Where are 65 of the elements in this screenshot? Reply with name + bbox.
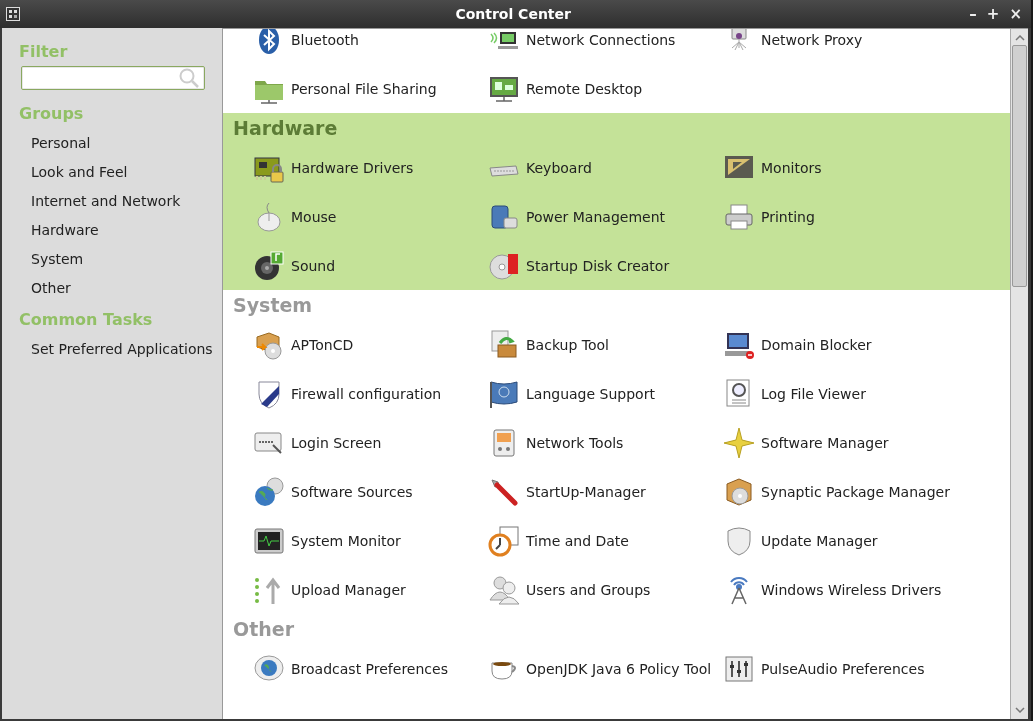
applet-launcher[interactable]: OpenJDK Java 6 Policy Tool: [526, 660, 712, 677]
sidebar-heading: Groups: [18, 104, 85, 125]
applet-launcher[interactable]: Language Support: [526, 385, 655, 402]
section-heading: Other: [233, 617, 296, 642]
maximize-button[interactable]: +: [983, 5, 1003, 23]
applet-launcher[interactable]: Keyboard: [526, 159, 592, 176]
applet-launcher[interactable]: Sound: [291, 257, 336, 274]
sidebar-item[interactable]: Other: [2, 273, 71, 302]
applet-launcher[interactable]: Network Proxy: [761, 31, 863, 48]
sidebar-item[interactable]: Hardware: [2, 215, 99, 244]
applet-launcher[interactable]: Software Sources: [291, 483, 413, 500]
applet-launcher[interactable]: APTonCD: [291, 336, 354, 353]
applet-launcher[interactable]: Backup Tool: [526, 336, 609, 353]
sidebar-item[interactable]: Personal: [2, 128, 91, 157]
close-button[interactable]: ×: [1006, 5, 1025, 23]
applet-launcher[interactable]: Upload Manager: [291, 581, 406, 598]
applet-launcher[interactable]: Domain Blocker: [761, 336, 872, 353]
sidebar-item[interactable]: Set Preferred Applications: [2, 334, 213, 363]
scrollbar-thumb[interactable]: [1012, 45, 1027, 287]
scrollbar[interactable]: [1010, 29, 1028, 719]
sidebar-item[interactable]: System: [2, 244, 84, 273]
applet-launcher[interactable]: Remote Desktop: [526, 80, 643, 97]
applet-launcher[interactable]: Mouse: [291, 208, 337, 225]
applet-launcher[interactable]: Time and Date: [526, 532, 629, 549]
search-icon: [178, 68, 200, 88]
sidebar-heading: Common Tasks: [18, 310, 154, 331]
minimize-button[interactable]: –: [966, 5, 980, 23]
clock-icon[interactable]: [488, 524, 520, 557]
applet-launcher[interactable]: Windows Wireless Drivers: [761, 581, 942, 598]
applet-launcher[interactable]: Firewall configuration: [291, 385, 442, 402]
applet-launcher[interactable]: Software Manager: [761, 434, 889, 451]
applet-launcher[interactable]: Broadcast Preferences: [291, 660, 448, 677]
applet-launcher[interactable]: Printing: [761, 208, 815, 225]
applet-launcher[interactable]: Log File Viewer: [761, 385, 866, 402]
applet-launcher[interactable]: PulseAudio Preferences: [761, 660, 925, 677]
package-icon[interactable]: [488, 328, 520, 361]
star-icon[interactable]: [723, 426, 755, 459]
applet-launcher[interactable]: Users and Groups: [526, 581, 651, 598]
globe-icon[interactable]: [253, 475, 285, 508]
package-icon[interactable]: [723, 475, 755, 508]
applet-launcher[interactable]: Hardware Drivers: [291, 159, 414, 176]
section-heading: Hardware: [233, 116, 339, 141]
applet-launcher[interactable]: Network Connections: [526, 31, 676, 48]
sidebar-heading: Filter: [18, 42, 69, 63]
applet-launcher[interactable]: Update Manager: [761, 532, 878, 549]
users-icon[interactable]: [488, 573, 520, 606]
window-menu-icon[interactable]: [6, 7, 20, 21]
sidebar-item[interactable]: Internet and Network: [2, 186, 181, 215]
filter-field[interactable]: [21, 66, 205, 90]
applet-launcher[interactable]: Monitors: [761, 159, 822, 176]
applet-launcher[interactable]: Network Tools: [526, 434, 624, 451]
applet-launcher[interactable]: StartUp-Manager: [526, 483, 646, 500]
applet-launcher[interactable]: Personal File Sharing: [291, 80, 437, 97]
applet-launcher[interactable]: Power Management: [526, 208, 665, 225]
speaker-icon[interactable]: [253, 249, 285, 282]
scroll-down-icon[interactable]: [1014, 707, 1025, 713]
sidebar-item[interactable]: Look and Feel: [2, 157, 128, 186]
applet-launcher[interactable]: Startup Disk Creator: [526, 257, 670, 274]
applet-launcher[interactable]: System Monitor: [291, 532, 401, 549]
scroll-up-icon[interactable]: [1014, 35, 1025, 41]
applet-launcher[interactable]: Synaptic Package Manager: [761, 483, 950, 500]
applet-launcher[interactable]: Login Screen: [291, 434, 382, 451]
applet-launcher[interactable]: Bluetooth: [291, 31, 359, 48]
window-title: Control Center: [454, 6, 572, 22]
section-heading: System: [233, 293, 314, 318]
